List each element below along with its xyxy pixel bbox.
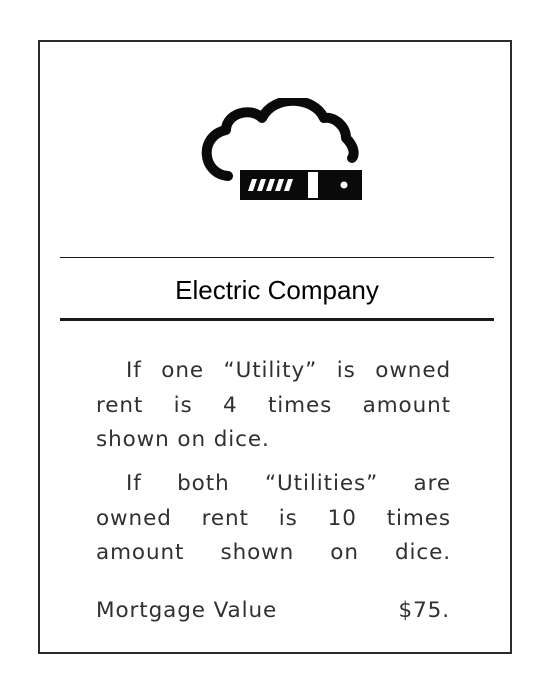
mortgage-label: Mortgage Value: [96, 598, 278, 623]
property-card: Electric Company If one “Utility” is own…: [38, 40, 512, 654]
mortgage-row: Mortgage Value $75.: [96, 594, 450, 628]
rent-both-line: amount shown on dice.: [96, 540, 451, 565]
rent-both-line: owned rent is 10 times: [96, 505, 451, 531]
title-divider-bottom: [60, 318, 494, 321]
rent-one-line: If one “Utility” is owned: [126, 358, 451, 383]
mortgage-value: $75.: [398, 598, 450, 623]
title-divider-top: [60, 257, 494, 258]
rent-both-utilities-text: If both “Utilities” are owned rent is 10…: [96, 467, 451, 571]
rent-one-utility-text: If one “Utility” is owned rent is 4 time…: [96, 354, 451, 458]
cloud-server-icon: [196, 95, 366, 206]
rent-both-line: If both “Utilities” are: [126, 471, 451, 496]
rent-one-line: rent is 4 times amount: [96, 392, 451, 418]
rent-one-line: shown on dice.: [96, 427, 270, 452]
card-title: Electric Company: [175, 275, 379, 305]
